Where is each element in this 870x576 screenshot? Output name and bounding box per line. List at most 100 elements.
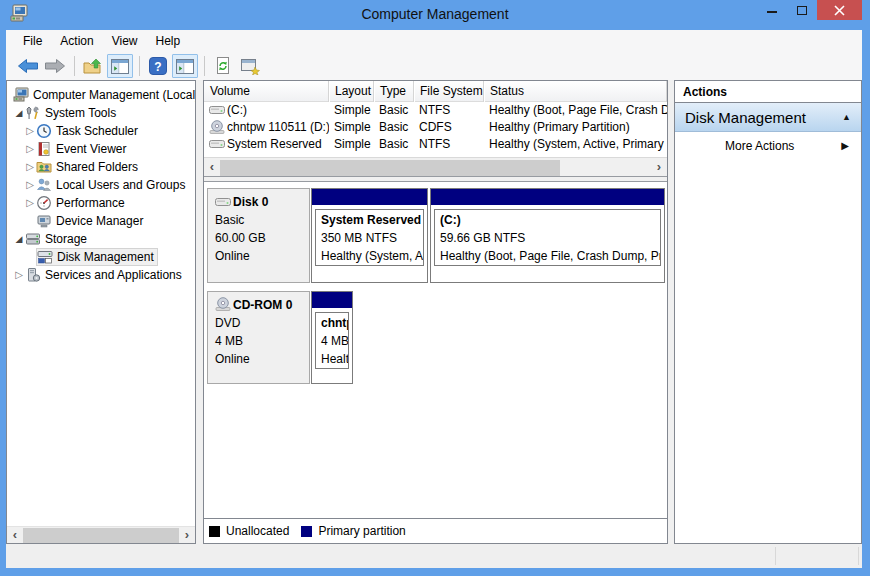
- expander-icon[interactable]: ◢: [13, 104, 25, 122]
- menubar: File Action View Help: [6, 30, 862, 52]
- legend-label-unallocated: Unallocated: [226, 524, 289, 538]
- unallocated-color-swatch: [209, 526, 220, 537]
- volume-status: Healthy (Boot, Page File, Crash Dump, Pr…: [484, 102, 667, 119]
- expander-icon[interactable]: ◢: [13, 230, 25, 248]
- caption-buttons: [757, 0, 862, 20]
- tree-item-computer-management[interactable]: Computer Management (Local): [7, 86, 195, 104]
- disk-0-header-cell[interactable]: Disk 0 Basic 60.00 GB Online: [207, 188, 310, 283]
- menu-view[interactable]: View: [103, 30, 147, 52]
- tree-item-disk-management[interactable]: Disk Management: [7, 248, 195, 266]
- partition-system-reserved[interactable]: System Reserved 350 MB NTFS Healthy (Sys…: [311, 188, 428, 283]
- volume-type: Basic: [374, 119, 414, 136]
- volume-row-system-reserved[interactable]: System Reserved Simple Basic NTFS Health…: [204, 136, 667, 153]
- volume-status: Healthy (Primary Partition): [484, 119, 667, 136]
- up-folder-button[interactable]: [80, 54, 106, 78]
- column-header-layout[interactable]: Layout: [329, 81, 374, 102]
- menu-help[interactable]: Help: [147, 30, 190, 52]
- partition-status: Healthy (System, Active, Primary Partiti…: [321, 247, 423, 265]
- cd-rom-0-header-cell[interactable]: CD-ROM 0 DVD 4 MB Online: [207, 291, 310, 384]
- drive-icon: [209, 103, 225, 117]
- tree-item-event-viewer[interactable]: ▷ Event Viewer: [7, 140, 195, 158]
- toolbar-separator: [74, 56, 75, 76]
- show-action-pane-button[interactable]: [172, 54, 198, 78]
- disk-management-icon: [37, 249, 53, 265]
- column-header-volume[interactable]: Volume: [204, 81, 329, 102]
- toolbar-separator: [139, 56, 140, 76]
- menu-file[interactable]: File: [14, 30, 51, 52]
- tree-item-label: Performance: [56, 196, 125, 210]
- tree-item-task-scheduler[interactable]: ▷ Task Scheduler: [7, 122, 195, 140]
- tree-item-system-tools[interactable]: ◢ System Tools: [7, 104, 195, 122]
- minimize-button[interactable]: [757, 0, 787, 20]
- content-area: Computer Management (Local) ◢ System Too…: [6, 80, 862, 544]
- tree-item-label: Computer Management (Local): [33, 88, 196, 102]
- graphical-view: Disk 0 Basic 60.00 GB Online System Rese…: [204, 182, 667, 518]
- volume-type: Basic: [374, 102, 414, 119]
- volume-row-d[interactable]: chntpw 110511 (D:) Simple Basic CDFS Hea…: [204, 119, 667, 136]
- partition-size: 350 MB NTFS: [321, 229, 423, 247]
- scroll-right-arrow[interactable]: ›: [651, 159, 667, 175]
- tree-item-label: Services and Applications: [45, 268, 182, 282]
- maximize-icon: [797, 6, 807, 15]
- collapse-section-icon[interactable]: ▲: [842, 112, 861, 122]
- tree-item-performance[interactable]: ▷ Performance: [7, 194, 195, 212]
- partition-color-stripe: [312, 292, 352, 308]
- refresh-button[interactable]: [210, 54, 236, 78]
- tree-item-storage[interactable]: ◢ Storage: [7, 230, 195, 248]
- maximize-button[interactable]: [787, 0, 817, 20]
- performance-icon: [36, 195, 52, 211]
- tree-item-label: Device Manager: [56, 214, 143, 228]
- expander-icon[interactable]: ▷: [13, 266, 25, 284]
- primary-partition-color-swatch: [301, 526, 312, 537]
- scroll-left-arrow[interactable]: ‹: [7, 527, 23, 543]
- expander-icon[interactable]: ▷: [24, 158, 36, 176]
- close-button[interactable]: [817, 0, 862, 20]
- window-title: Computer Management: [0, 0, 870, 30]
- partition-c[interactable]: (C:) 59.66 GB NTFS Healthy (Boot, Page F…: [430, 188, 665, 283]
- actions-section-disk-management[interactable]: Disk Management ▲: [675, 103, 861, 132]
- menu-action[interactable]: Action: [51, 30, 102, 52]
- expander-icon[interactable]: ▷: [24, 140, 36, 158]
- volume-fs: CDFS: [414, 119, 484, 136]
- more-actions-item[interactable]: More Actions ▶: [675, 132, 861, 159]
- volume-layout: Simple: [329, 136, 374, 153]
- show-console-tree-button[interactable]: [107, 54, 133, 78]
- scrollbar-thumb[interactable]: [23, 528, 179, 543]
- partition-color-stripe: [312, 189, 427, 205]
- scroll-right-arrow[interactable]: ›: [179, 527, 195, 543]
- console-properties-button[interactable]: [237, 54, 263, 78]
- expander-icon[interactable]: ▷: [24, 122, 36, 140]
- scrollbar-thumb[interactable]: [220, 160, 560, 176]
- tree-item-shared-folders[interactable]: ▷ Shared Folders: [7, 158, 195, 176]
- tree-item-local-users-and-groups[interactable]: ▷ Local Users and Groups: [7, 176, 195, 194]
- column-header-type[interactable]: Type: [374, 81, 414, 102]
- volume-layout: Simple: [329, 119, 374, 136]
- partition-chntpw[interactable]: chntpw 110511 (D:) 4 MB CDFS Healthy (Pr…: [311, 291, 353, 384]
- volume-fs: NTFS: [414, 102, 484, 119]
- tree-horizontal-scrollbar[interactable]: ‹ ›: [7, 526, 195, 543]
- column-header-status[interactable]: Status: [484, 81, 667, 102]
- tree-item-device-manager[interactable]: Device Manager: [7, 212, 195, 230]
- computer-icon: [13, 87, 29, 103]
- partition-name: System Reserved: [321, 211, 423, 229]
- column-header-file-system[interactable]: File System: [414, 81, 484, 102]
- expander-icon[interactable]: ▷: [24, 176, 36, 194]
- toolbar-separator: [204, 56, 205, 76]
- volume-row-c[interactable]: (C:) Simple Basic NTFS Healthy (Boot, Pa…: [204, 102, 667, 119]
- disk-status: Online: [215, 350, 309, 368]
- disk-0-row: Disk 0 Basic 60.00 GB Online System Rese…: [207, 188, 667, 283]
- help-button[interactable]: ?: [145, 54, 171, 78]
- svg-text:?: ?: [154, 60, 161, 74]
- partition-name: chntpw 110511 (D:): [321, 314, 348, 332]
- expander-icon[interactable]: ▷: [24, 194, 36, 212]
- volume-list-horizontal-scrollbar[interactable]: ‹ ›: [204, 157, 667, 176]
- system-tools-icon: [25, 105, 41, 121]
- disk-name: Disk 0: [233, 195, 268, 209]
- volume-name: System Reserved: [227, 137, 322, 151]
- disk-size: 60.00 GB: [215, 229, 309, 247]
- forward-button[interactable]: [42, 54, 68, 78]
- cd-rom-0-row: CD-ROM 0 DVD 4 MB Online chntpw 110511 (…: [207, 291, 667, 384]
- tree-item-services-and-applications[interactable]: ▷ Services and Applications: [7, 266, 195, 284]
- scroll-left-arrow[interactable]: ‹: [204, 159, 220, 175]
- back-button[interactable]: [15, 54, 41, 78]
